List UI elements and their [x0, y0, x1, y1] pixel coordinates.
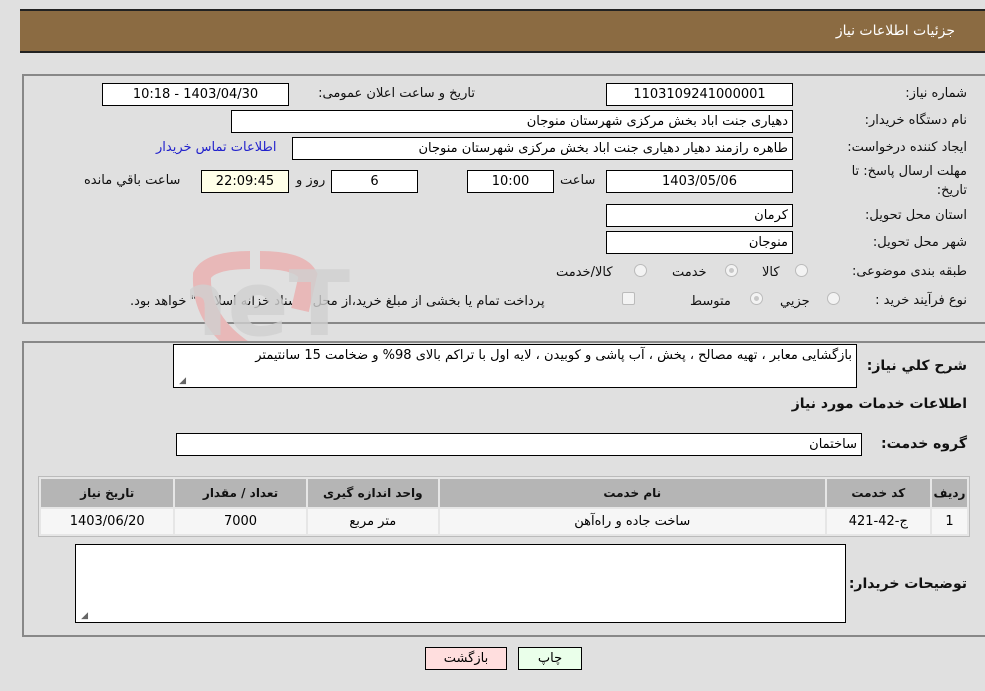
cell-qty: 7000: [175, 509, 306, 534]
services-table: ردیف کد خدمت نام خدمت واحد اندازه گیری ت…: [38, 476, 970, 537]
cell-unit: متر مربع: [307, 509, 438, 534]
description-textarea[interactable]: بازگشایی معابر ، تهیه مصالح ، پخش ، آب پ…: [173, 344, 857, 388]
table-row: 1 ج-42-421 ساخت جاده و راه‌آهن متر مربع …: [41, 509, 967, 534]
col-header-date: تاریخ نیاز: [41, 479, 174, 507]
announce-datetime-field: 1403/04/30 - 10:18: [102, 83, 289, 106]
remaining-days-field: 6: [331, 170, 418, 193]
print-button[interactable]: چاپ: [518, 647, 582, 670]
cell-code: ج-42-421: [826, 509, 930, 534]
treasury-checkbox-label: پرداخت تمام یا بخشی از مبلغ خرید،از محل …: [130, 294, 545, 309]
col-header-qty: تعداد / مقدار: [175, 479, 306, 507]
deadline-time-label: ساعت: [560, 173, 596, 188]
deadline-label-line2: تاریخ:: [936, 183, 967, 198]
deadline-label-line1: مهلت ارسال پاسخ: تا: [851, 164, 967, 179]
city-label: شهر محل تحویل:: [872, 235, 967, 250]
resize-grip-icon[interactable]: ◢: [176, 376, 186, 386]
service-group-label: گروه خدمت:: [881, 436, 967, 452]
purchase-type-label: نوع فرآیند خرید :: [875, 293, 967, 308]
deadline-date-field: 1403/05/06: [606, 170, 793, 193]
category-option-goods-service: کالا/خدمت: [556, 265, 613, 280]
need-number-field: 1103109241000001: [606, 83, 793, 106]
category-option-service: خدمت: [672, 265, 707, 280]
col-header-unit: واحد اندازه گیری: [307, 479, 438, 507]
remaining-time-label: ساعت باقي مانده: [84, 173, 181, 188]
category-radio-goods[interactable]: [795, 264, 808, 277]
purchase-type-option-minor: جزيي: [780, 294, 810, 309]
services-table-header: ردیف کد خدمت نام خدمت واحد اندازه گیری ت…: [41, 479, 967, 507]
category-option-goods: کالا: [762, 265, 780, 280]
requester-field: طاهره رازمند دهیار دهیاری جنت اباد بخش م…: [292, 137, 793, 160]
purchase-type-option-medium: متوسط: [690, 294, 731, 309]
category-label: طبقه بندی موضوعی:: [851, 264, 967, 279]
buyer-org-field: دهیاری جنت اباد بخش مرکزی شهرستان منوجان: [231, 110, 793, 133]
requester-label: ایجاد کننده درخواست:: [847, 140, 967, 155]
province-field: کرمان: [606, 204, 793, 227]
col-header-name: نام خدمت: [439, 479, 825, 507]
city-field: منوجان: [606, 231, 793, 254]
purchase-type-radio-minor[interactable]: [827, 292, 840, 305]
col-header-row: ردیف: [931, 479, 967, 507]
purchase-type-radio-medium[interactable]: [750, 292, 763, 305]
category-radio-goods-service[interactable]: [634, 264, 647, 277]
announce-datetime-label: تاریخ و ساعت اعلان عمومی:: [318, 86, 475, 101]
buyer-contact-link[interactable]: اطلاعات تماس خریدار: [156, 140, 276, 155]
page-header: جزئیات اطلاعات نیاز: [20, 9, 985, 53]
col-header-code: کد خدمت: [826, 479, 930, 507]
page-title: جزئیات اطلاعات نیاز: [835, 23, 955, 39]
cell-date: 1403/06/20: [41, 509, 174, 534]
days-label: روز و: [296, 173, 326, 188]
description-text: بازگشایی معابر ، تهیه مصالح ، پخش ، آب پ…: [255, 348, 852, 363]
service-group-field: ساختمان: [176, 433, 862, 456]
services-section-title: اطلاعات خدمات مورد نیاز: [791, 396, 967, 412]
buyer-notes-textarea[interactable]: ◢: [75, 544, 846, 623]
cell-name: ساخت جاده و راه‌آهن: [439, 509, 825, 534]
cell-row: 1: [931, 509, 967, 534]
description-label: شرح كلي نياز:: [866, 358, 967, 374]
resize-grip-icon[interactable]: ◢: [78, 611, 88, 621]
category-radio-service[interactable]: [725, 264, 738, 277]
deadline-time-field: 10:00: [467, 170, 554, 193]
province-label: استان محل تحویل:: [865, 208, 967, 223]
buyer-org-label: نام دستگاه خریدار:: [864, 113, 967, 128]
buyer-notes-label: توضیحات خریدار:: [848, 576, 967, 592]
treasury-checkbox[interactable]: [622, 292, 635, 305]
need-number-label: شماره نیاز:: [905, 86, 967, 101]
remaining-time-field: 22:09:45: [201, 170, 289, 193]
back-button[interactable]: بازگشت: [425, 647, 507, 670]
